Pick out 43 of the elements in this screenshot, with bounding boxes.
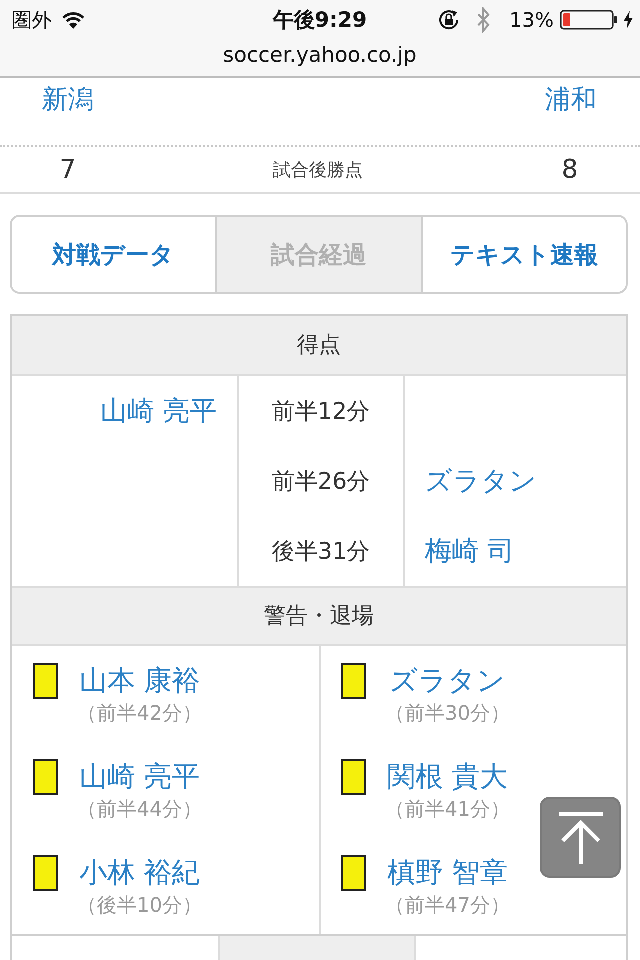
section-header: 警告・退場 [12, 588, 626, 646]
player-name-link[interactable]: ズラタン [425, 463, 537, 499]
card-icon [341, 855, 366, 891]
player-name-link[interactable]: 関根 貴大 [387, 758, 508, 796]
card-icon [33, 759, 58, 795]
scroll-to-top-button[interactable] [540, 797, 621, 878]
away-points: 8 [560, 154, 580, 184]
player-name-link[interactable]: 槙野 智章 [387, 854, 508, 892]
card-icon [341, 663, 366, 699]
charging-bolt-icon [624, 11, 633, 29]
arrow-up-icon [558, 812, 604, 864]
caution-time: （前半47分） [385, 892, 510, 918]
goal-time: 前半26分 [272, 468, 370, 496]
caution-time: （前半41分） [385, 796, 510, 822]
battery-percent: 13% [510, 8, 554, 32]
player-name-link[interactable]: 小林 裕紀 [79, 854, 200, 892]
caution-time: （前半44分） [77, 796, 202, 822]
card-icon [33, 855, 58, 891]
caution-time: （前半30分） [385, 700, 510, 726]
rotation-lock-icon [436, 8, 461, 32]
home-points: 7 [58, 154, 78, 184]
address-url[interactable]: soccer.yahoo.co.jp [223, 40, 417, 76]
battery-icon [560, 10, 618, 30]
goal-time: 後半31分 [272, 538, 370, 566]
player-name-link[interactable]: 山崎 亮平 [79, 758, 200, 796]
card-icon [341, 759, 366, 795]
card-icon [33, 663, 58, 699]
tab[interactable]: テキスト速報 [420, 217, 626, 292]
home-team-link[interactable]: 新潟 [42, 84, 94, 116]
caution-time: （後半10分） [77, 892, 202, 918]
player-name-link[interactable]: 山本 康裕 [79, 662, 200, 700]
clock-time: 午後9:29 [272, 7, 368, 34]
away-team-link[interactable]: 浦和 [545, 84, 597, 116]
player-name-link[interactable]: 山崎 亮平 [100, 393, 217, 429]
player-name-link[interactable]: 梅崎 司 [425, 533, 515, 569]
bluetooth-icon [476, 7, 490, 33]
caution-time: （前半42分） [77, 700, 202, 726]
points-label: 試合後勝点 [272, 158, 364, 182]
player-name-link[interactable]: ズラタン [390, 662, 506, 700]
carrier-text: 圏外 [12, 6, 52, 34]
section-header: 得点 [12, 316, 626, 376]
goal-time: 前半12分 [272, 398, 370, 426]
wifi-icon [62, 12, 85, 28]
